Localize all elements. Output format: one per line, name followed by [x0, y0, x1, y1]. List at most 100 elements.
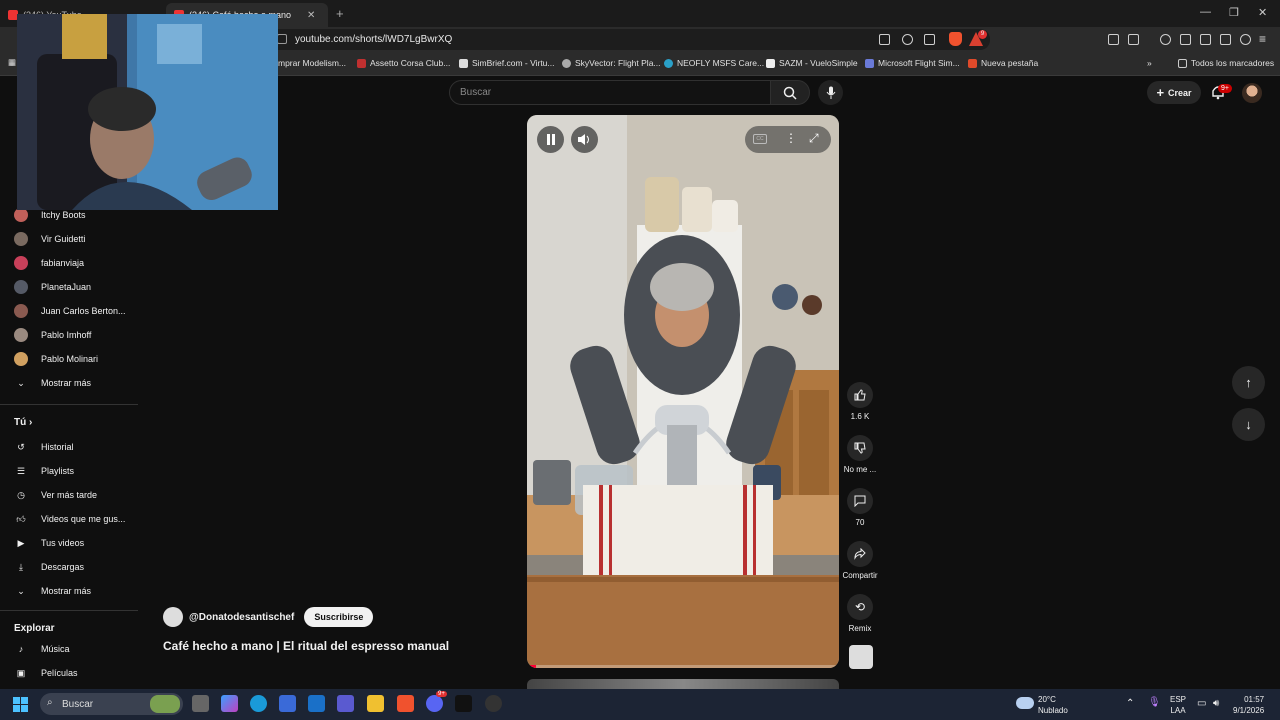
sidebar-item-music[interactable]: ♪ Música [14, 640, 70, 658]
show-more-subscriptions[interactable]: ⌄ Mostrar más [14, 374, 91, 392]
video-progress-bar[interactable] [527, 665, 839, 668]
apps-grid-icon[interactable]: ▦ [8, 57, 16, 68]
comment-icon [854, 495, 866, 507]
pause-icon [546, 134, 555, 145]
more-bookmarks-icon[interactable]: » [1147, 58, 1152, 68]
screenshot-icon[interactable] [1128, 34, 1139, 45]
weather-widget[interactable]: 20°C Nublado [1038, 694, 1068, 716]
show-hidden-icons-icon[interactable]: ⌃ [1126, 698, 1134, 709]
sidebar-icon[interactable] [1180, 34, 1191, 45]
video-progress-fill [527, 665, 537, 668]
sidebar-subscription[interactable]: PlanetaJuan [14, 278, 91, 296]
taskbar-search-input[interactable]: ⌕ Buscar [40, 693, 183, 715]
bookmark-item[interactable]: Microsoft Flight Sim... [865, 58, 960, 68]
search-button[interactable] [770, 80, 810, 105]
you-section-header[interactable]: Tú › [14, 417, 32, 428]
voice-search-button[interactable] [818, 80, 843, 105]
cast-icon[interactable] [879, 34, 890, 45]
more-options-icon[interactable]: ⋮ [785, 131, 797, 145]
sidebar-item-history[interactable]: ↺ Historial [14, 438, 73, 456]
music-icon[interactable] [1160, 34, 1171, 45]
sidebar-subscription[interactable]: Juan Carlos Berton... [14, 302, 126, 320]
sidebar-item-playlists[interactable]: ☰ Playlists [14, 462, 74, 480]
next-short-button[interactable]: ↓ [1232, 408, 1265, 441]
bookmark-favicon-icon [357, 58, 366, 68]
file-explorer-icon[interactable] [367, 695, 384, 712]
zoom-icon[interactable] [902, 34, 913, 45]
comments-button[interactable]: 70 [841, 488, 879, 527]
bookmark-item[interactable]: NEOFLY MSFS Care... [664, 58, 764, 68]
sidebar-item-watch-later[interactable]: ◷ Ver más tarde [14, 486, 97, 504]
edge-icon[interactable] [250, 695, 267, 712]
app-icon[interactable] [485, 695, 502, 712]
sidebar-subscription[interactable]: Vir Guidetti [14, 230, 85, 248]
discord-icon[interactable] [426, 695, 443, 712]
bookmark-item[interactable]: SAZM - VueloSimple [766, 58, 858, 68]
sidebar-subscription[interactable]: Pablo Molinari [14, 350, 98, 368]
search-input[interactable]: Buscar [449, 80, 771, 105]
close-tab-icon[interactable]: ✕ [307, 10, 315, 21]
site-info-icon[interactable] [277, 34, 287, 44]
all-bookmarks-folder[interactable]: Todos los marcadores [1178, 58, 1274, 68]
task-view-icon[interactable] [192, 695, 209, 712]
channel-thumbnail[interactable] [849, 645, 873, 669]
minimize-button[interactable]: — [1200, 6, 1211, 18]
network-icon[interactable]: ▭ [1197, 698, 1206, 709]
leo-ai-icon[interactable] [1220, 34, 1231, 45]
video-title[interactable]: Café hecho a mano | El ritual del espres… [163, 639, 449, 653]
sidebar-item-liked-videos[interactable]: 👍︎ Videos que me gus... [14, 510, 125, 528]
close-window-button[interactable]: ✕ [1258, 6, 1267, 19]
bookmark-item[interactable]: mprar Modelism... [278, 58, 346, 68]
mic-tray-icon[interactable]: 🎙︎ [1148, 697, 1161, 708]
app-icon[interactable] [455, 695, 472, 712]
bookmark-favicon-icon [766, 58, 775, 68]
dislike-button[interactable]: No me ... [841, 435, 879, 474]
extensions-icon[interactable] [1108, 34, 1119, 45]
bookmark-item[interactable]: Assetto Corsa Club... [357, 58, 450, 68]
menu-icon[interactable]: ≡ [1259, 32, 1266, 46]
share-icon[interactable] [924, 34, 935, 45]
notification-count-badge: 9+ [1218, 84, 1232, 93]
shorts-video-player[interactable]: CC ⋮ ⤢ [527, 115, 839, 668]
restore-button[interactable]: ❐ [1229, 6, 1239, 19]
bookmark-item[interactable]: SkyVector: Flight Pla... [562, 58, 661, 68]
bookmark-item[interactable]: SimBrief.com - Virtu... [459, 58, 555, 68]
sidebar-item-movies[interactable]: ▣ Películas [14, 664, 78, 682]
show-more-you[interactable]: ⌄ Mostrar más [14, 582, 91, 600]
account-avatar[interactable] [1242, 83, 1262, 103]
copilot-icon[interactable] [221, 695, 238, 712]
channel-name[interactable]: @Donatodesantischef [189, 612, 294, 623]
teams-icon[interactable] [337, 695, 354, 712]
volume-tray-icon[interactable]: 🔊︎ [1213, 698, 1219, 709]
subscribe-button[interactable]: Suscribirse [304, 607, 374, 627]
language-indicator[interactable]: ESP LAA [1170, 694, 1186, 716]
pause-button[interactable] [537, 126, 564, 153]
outlook-icon[interactable] [308, 695, 325, 712]
chevron-down-icon: ⌄ [17, 585, 25, 596]
share-button[interactable]: Compartir [841, 541, 879, 580]
clock[interactable]: 01:57 9/1/2026 [1233, 694, 1264, 716]
channel-avatar [14, 256, 28, 270]
url-field[interactable]: youtube.com/shorts/lWD7LgBwrXQ 9 [268, 29, 990, 50]
bookmark-item[interactable]: Nueva pestaña [968, 58, 1038, 68]
brave-browser-icon[interactable] [397, 695, 414, 712]
windows-start-icon[interactable] [13, 697, 29, 713]
sidebar-subscription[interactable]: Pablo Imhoff [14, 326, 91, 344]
mute-button[interactable] [571, 126, 598, 153]
remix-button[interactable]: ⟲ Remix [841, 594, 879, 633]
brave-shields-icon[interactable] [949, 32, 962, 46]
captions-icon[interactable]: CC [753, 134, 767, 144]
new-tab-button[interactable]: + [336, 6, 344, 21]
wallet-icon[interactable] [1200, 34, 1211, 45]
fullscreen-icon[interactable]: ⤢ [809, 131, 819, 146]
sidebar-subscription[interactable]: fabianviaja [14, 254, 84, 272]
store-icon[interactable] [279, 695, 296, 712]
previous-short-button[interactable]: ↑ [1232, 366, 1265, 399]
sidebar-item-downloads[interactable]: ⤓ Descargas [14, 558, 84, 576]
like-button[interactable]: 1.6 K [841, 382, 879, 421]
sidebar-item-your-videos[interactable]: ▶ Tus videos [14, 534, 85, 552]
create-button[interactable]: + Crear [1147, 81, 1201, 104]
sidebar-divider [0, 610, 138, 611]
channel-avatar[interactable] [163, 607, 183, 627]
vpn-icon[interactable] [1240, 34, 1251, 45]
